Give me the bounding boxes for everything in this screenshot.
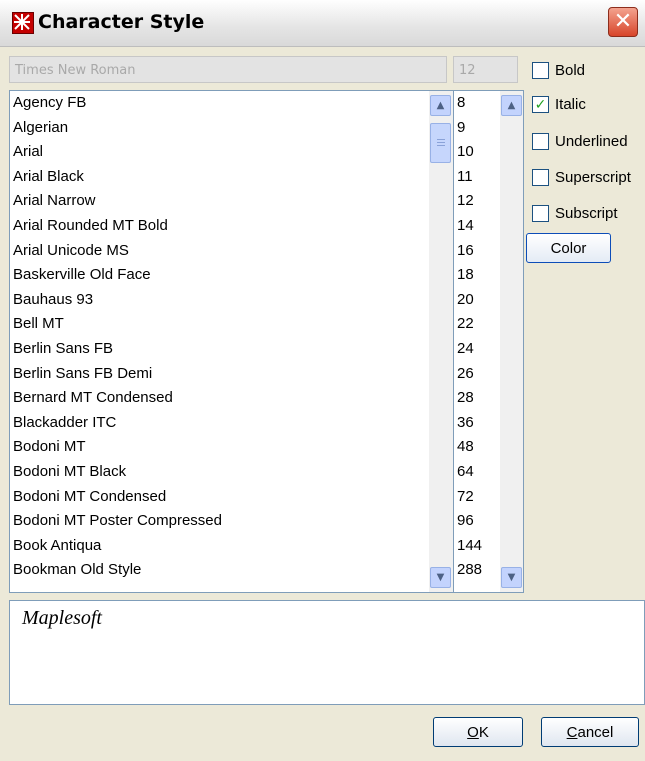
bold-checkbox[interactable] (532, 62, 549, 79)
font-list-item[interactable]: Arial Black (10, 165, 429, 190)
font-list-item[interactable]: Agency FB (10, 91, 429, 116)
size-list-item[interactable]: 48 (454, 435, 499, 460)
font-name-field[interactable]: Times New Roman (9, 56, 447, 83)
window-title: Character Style (38, 11, 205, 33)
font-list-item[interactable]: Algerian (10, 116, 429, 141)
size-list-item[interactable]: 24 (454, 337, 499, 362)
size-list-item[interactable]: 10 (454, 140, 499, 165)
font-list-item[interactable]: Arial (10, 140, 429, 165)
font-list-item[interactable]: Berlin Sans FB (10, 337, 429, 362)
italic-checkbox[interactable]: ✓ (532, 96, 549, 113)
cancel-label-rest: ancel (577, 723, 614, 741)
font-list-item[interactable]: Bodoni MT Black (10, 460, 429, 485)
size-list-item[interactable]: 11 (454, 165, 499, 190)
font-list-item[interactable]: Bodoni MT Poster Compressed (10, 509, 429, 534)
font-list-scroll-thumb[interactable] (430, 123, 451, 163)
size-list-item[interactable]: 72 (454, 485, 499, 510)
color-button[interactable]: Color (526, 233, 611, 263)
font-list-item[interactable]: Baskerville Old Face (10, 263, 429, 288)
size-list-item[interactable]: 20 (454, 288, 499, 313)
font-list-item[interactable]: Book Antiqua (10, 534, 429, 559)
size-list-item[interactable]: 12 (454, 189, 499, 214)
size-list-item[interactable]: 18 (454, 263, 499, 288)
close-button[interactable]: ✕ (608, 7, 638, 37)
close-icon: ✕ (613, 9, 633, 34)
underlined-label: Underlined (555, 133, 628, 150)
italic-label: Italic (555, 96, 586, 113)
font-list-item[interactable]: Bookman Old Style (10, 558, 429, 583)
size-list-item[interactable]: 64 (454, 460, 499, 485)
cancel-mnemonic: C (566, 723, 578, 741)
superscript-option[interactable]: Superscript (532, 169, 631, 186)
font-list[interactable]: Agency FB Algerian Arial Arial Black Arial N… (9, 90, 454, 593)
superscript-checkbox[interactable] (532, 169, 549, 186)
size-list-item[interactable]: 22 (454, 312, 499, 337)
bold-label: Bold (555, 62, 586, 79)
preview-area: Maplesoft (9, 600, 645, 705)
font-list-item[interactable]: Bauhaus 93 (10, 288, 429, 313)
size-list-item[interactable]: 9 (454, 116, 499, 141)
size-list-item[interactable]: 14 (454, 214, 499, 239)
superscript-label: Superscript (555, 169, 631, 186)
size-list[interactable]: 8 9 10 11 12 14 16 18 20 22 24 26 28 36 48 64 72 96 144 288… (453, 90, 524, 593)
chevron-down-icon[interactable]: ▼ (501, 567, 522, 588)
size-list-item[interactable]: 8 (454, 91, 499, 116)
check-icon: ✓ (534, 96, 547, 113)
bold-option[interactable]: Bold (532, 62, 585, 79)
size-list-item[interactable]: 16 (454, 239, 499, 264)
font-size-field[interactable]: 12 (453, 56, 518, 83)
font-list-item[interactable]: Arial Rounded MT Bold (10, 214, 429, 239)
subscript-label: Subscript (555, 205, 618, 222)
chevron-down-icon[interactable]: ▼ (430, 567, 451, 588)
cancel-button[interactable]: Cancel (541, 717, 639, 747)
font-list-item[interactable]: Bodoni MT Condensed (10, 485, 429, 510)
ok-button[interactable]: OK (433, 717, 523, 747)
size-list-scrollbar[interactable]: ▲ ▼ (500, 91, 523, 592)
font-list-item[interactable]: Bernard MT Condensed (10, 386, 429, 411)
font-list-item[interactable]: Berlin Sans FB Demi (10, 362, 429, 387)
font-list-item[interactable]: Bodoni MT (10, 435, 429, 460)
underlined-checkbox[interactable] (532, 133, 549, 150)
size-list-item[interactable]: 36 (454, 411, 499, 436)
underlined-option[interactable]: Underlined (532, 133, 628, 150)
font-list-item[interactable]: Arial Unicode MS (10, 239, 429, 264)
font-list-item[interactable]: Bell MT (10, 312, 429, 337)
size-list-item[interactable]: 96 (454, 509, 499, 534)
ok-label-rest: K (478, 723, 489, 741)
character-style-dialog: Character Style ✕ Times New Roman 12 Age… (0, 0, 645, 761)
chevron-up-icon[interactable]: ▲ (430, 95, 451, 116)
chevron-up-icon[interactable]: ▲ (501, 95, 522, 116)
font-list-scrollbar[interactable]: ▲ ▼ (429, 91, 453, 592)
italic-option[interactable]: ✓ Italic (532, 96, 586, 113)
title-bar[interactable]: Character Style ✕ (0, 0, 645, 47)
ok-mnemonic: O (467, 723, 479, 741)
preview-text: Maplesoft (22, 607, 102, 629)
size-list-item[interactable]: 26 (454, 362, 499, 387)
app-icon (12, 12, 34, 34)
font-list-item[interactable]: Blackadder ITC (10, 411, 429, 436)
font-list-item[interactable]: Arial Narrow (10, 189, 429, 214)
subscript-checkbox[interactable] (532, 205, 549, 222)
size-list-item[interactable]: 288 (454, 558, 499, 583)
size-list-item[interactable]: 28 (454, 386, 499, 411)
size-list-item[interactable]: 144 (454, 534, 499, 559)
subscript-option[interactable]: Subscript (532, 205, 618, 222)
